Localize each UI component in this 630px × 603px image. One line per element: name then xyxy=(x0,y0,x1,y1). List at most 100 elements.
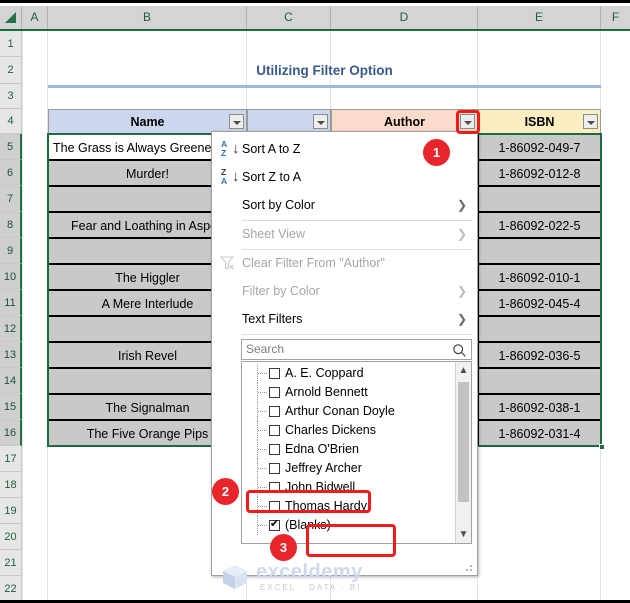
list-item[interactable]: Arnold Bennett xyxy=(243,383,443,402)
cell-e6[interactable]: 1-86092-012-8 xyxy=(478,160,601,186)
tree-dash xyxy=(258,449,268,450)
chevron-right-icon: ❯ xyxy=(456,198,467,212)
cube-logo-icon xyxy=(223,565,247,589)
row-header-9[interactable]: 9 xyxy=(0,238,22,264)
checkbox-unchecked[interactable] xyxy=(269,463,280,474)
cell-e14[interactable] xyxy=(478,368,601,394)
row-header-11[interactable]: 11 xyxy=(0,290,22,316)
row-header-8[interactable]: 8 xyxy=(0,212,22,238)
menu-item-label: Sort by Color xyxy=(242,198,315,212)
row-header-4[interactable]: 4 xyxy=(0,109,22,134)
selection-fill-handle[interactable] xyxy=(599,444,605,450)
callout-badge-3: 3 xyxy=(270,534,297,561)
sort-ascending-icon: A Z ↓ xyxy=(221,139,240,158)
row-header-22[interactable]: 22 xyxy=(0,576,22,600)
list-item[interactable]: Arthur Conan Doyle xyxy=(243,402,443,421)
cell-e13[interactable]: 1-86092-036-5 xyxy=(478,342,601,368)
filter-button-blank[interactable] xyxy=(313,114,328,129)
row-header-1[interactable]: 1 xyxy=(0,31,22,57)
column-header-d[interactable]: D xyxy=(331,6,478,29)
title-underline xyxy=(48,85,601,88)
page-title: Utilizing Filter Option xyxy=(256,63,393,78)
column-header-f[interactable]: F xyxy=(601,6,630,29)
checkbox-unchecked[interactable] xyxy=(269,387,280,398)
row-header-19[interactable]: 19 xyxy=(0,498,22,524)
menu-item-label: Sort A to Z xyxy=(242,142,301,156)
tree-dash xyxy=(258,430,268,431)
chevron-down-icon xyxy=(233,121,241,125)
list-item[interactable]: A. E. Coppard xyxy=(243,364,443,383)
list-item-label: Jeffrey Archer xyxy=(285,461,362,475)
list-item[interactable]: Edna O'Brien xyxy=(243,440,443,459)
menu-item-label: Filter by Color xyxy=(242,284,320,298)
scroll-down-arrow-icon[interactable]: ▼ xyxy=(456,526,471,543)
cell-e15[interactable]: 1-86092-038-1 xyxy=(478,394,601,420)
cell-e5[interactable]: 1-86092-049-7 xyxy=(478,134,601,160)
select-all-corner[interactable] xyxy=(0,6,22,29)
row-header-18[interactable]: 18 xyxy=(0,472,22,498)
checkbox-unchecked[interactable] xyxy=(269,444,280,455)
chevron-down-icon xyxy=(587,121,595,125)
resize-grip-icon[interactable] xyxy=(465,564,473,572)
cell-e16[interactable]: 1-86092-031-4 xyxy=(478,420,601,446)
row-header-17[interactable]: 17 xyxy=(0,446,22,472)
checkbox-unchecked[interactable] xyxy=(269,482,280,493)
checkbox-unchecked[interactable] xyxy=(269,406,280,417)
list-item-blanks[interactable]: ✔ (Blanks) xyxy=(243,516,443,535)
filter-button-name[interactable] xyxy=(229,114,244,129)
filter-button-author[interactable] xyxy=(460,114,475,129)
checkbox-unchecked[interactable] xyxy=(269,501,280,512)
watermark: exceldemy EXCEL · DATA · BI xyxy=(190,561,440,600)
row-header-12[interactable]: 12 xyxy=(0,316,22,342)
list-item[interactable]: Charles Dickens xyxy=(243,421,443,440)
list-item[interactable]: John Bidwell xyxy=(243,478,443,497)
checkbox-unchecked[interactable] xyxy=(269,425,280,436)
scroll-up-arrow-icon[interactable]: ▲ xyxy=(456,362,471,379)
column-header-b[interactable]: B xyxy=(48,6,247,29)
filter-dropdown-menu[interactable]: A Z ↓ Sort A to Z Z A ↓ Sort Z to A Sort by … xyxy=(211,131,478,576)
search-input[interactable]: Search xyxy=(241,339,472,360)
checkbox-unchecked[interactable] xyxy=(269,368,280,379)
cell-e7[interactable] xyxy=(478,186,601,212)
row-header-21[interactable]: 21 xyxy=(0,550,22,576)
cell-e12[interactable] xyxy=(478,316,601,342)
scrollbar-thumb[interactable] xyxy=(458,382,469,502)
row-header-3[interactable]: 3 xyxy=(0,84,22,109)
filter-value-list[interactable]: A. E. Coppard Arnold Bennett Arthur Cona… xyxy=(241,361,472,544)
row-header-15[interactable]: 15 xyxy=(0,394,22,420)
row-header-7[interactable]: 7 xyxy=(0,186,22,212)
list-scrollbar[interactable]: ▲ ▼ xyxy=(455,362,471,543)
row-header-20[interactable]: 20 xyxy=(0,524,22,550)
column-header-e[interactable]: E xyxy=(478,6,601,29)
menu-item-clear-filter: Clear Filter From "Author" xyxy=(213,250,477,277)
row-header-2[interactable]: 2 xyxy=(0,57,22,84)
row-header-10[interactable]: 10 xyxy=(0,264,22,290)
menu-item-text-filters[interactable]: Text Filters ❯ xyxy=(213,306,477,333)
list-item[interactable]: Jeffrey Archer xyxy=(243,459,443,478)
cell-e11[interactable]: 1-86092-045-4 xyxy=(478,290,601,316)
column-header-c[interactable]: C xyxy=(247,6,331,29)
tree-dash xyxy=(258,487,268,488)
menu-item-sort-by-color[interactable]: Sort by Color ❯ xyxy=(213,192,477,219)
row-header-5[interactable]: 5 xyxy=(0,134,22,160)
cell-e8[interactable]: 1-86092-022-5 xyxy=(478,212,601,238)
row-header-6[interactable]: 6 xyxy=(0,160,22,186)
check-icon: ✔ xyxy=(269,518,280,530)
list-item-label: Thomas Hardy xyxy=(285,499,367,513)
search-icon[interactable] xyxy=(452,343,467,358)
menu-item-sort-z-to-a[interactable]: Z A ↓ Sort Z to A xyxy=(213,164,477,191)
menu-item-label: Text Filters xyxy=(242,312,303,326)
menu-item-label: Sort Z to A xyxy=(242,170,302,184)
column-header-a[interactable]: A xyxy=(22,6,48,29)
row-header-13[interactable]: 13 xyxy=(0,342,22,368)
row-header-14[interactable]: 14 xyxy=(0,368,22,394)
cell-e9[interactable] xyxy=(478,238,601,264)
watermark-text: exceldemy xyxy=(256,561,363,583)
cell-e10[interactable]: 1-86092-010-1 xyxy=(478,264,601,290)
filter-button-isbn[interactable] xyxy=(583,114,598,129)
row-header-16[interactable]: 16 xyxy=(0,420,22,446)
menu-separator xyxy=(242,334,472,335)
list-item[interactable]: Thomas Hardy xyxy=(243,497,443,516)
watermark-subtext: EXCEL · DATA · BI xyxy=(260,583,362,592)
chevron-right-icon: ❯ xyxy=(456,227,467,241)
